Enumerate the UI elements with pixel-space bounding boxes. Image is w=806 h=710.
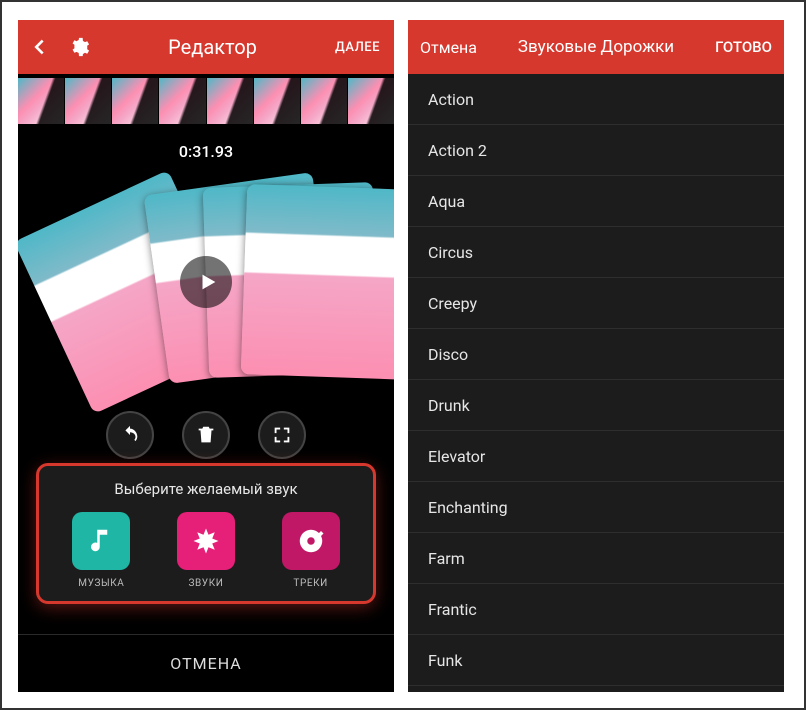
- track-item[interactable]: Action 2: [408, 125, 784, 176]
- track-item[interactable]: Funk: [408, 635, 784, 686]
- track-item[interactable]: Farm: [408, 533, 784, 584]
- track-item[interactable]: Elevator: [408, 431, 784, 482]
- sound-picker-panel: Выберите желаемый звук МУЗЫКА ЗВУКИ ТРЕК…: [36, 463, 376, 604]
- fullscreen-button[interactable]: [258, 411, 306, 459]
- next-button[interactable]: ДАЛЕЕ: [335, 40, 384, 55]
- editor-actions: [18, 397, 394, 459]
- tracks-cancel-button[interactable]: Отмена: [420, 38, 477, 57]
- filmstrip[interactable]: [18, 74, 394, 128]
- track-item[interactable]: Creepy: [408, 278, 784, 329]
- track-item[interactable]: Action: [408, 74, 784, 125]
- tracks-done-button[interactable]: ГОТОВО: [715, 38, 772, 56]
- timecode: 0:31.93: [18, 128, 394, 167]
- track-item[interactable]: Frantic: [408, 584, 784, 635]
- tracks-icon: [282, 512, 340, 570]
- sounds-option[interactable]: ЗВУКИ: [177, 512, 235, 589]
- track-item[interactable]: Circus: [408, 227, 784, 278]
- track-item[interactable]: Enchanting: [408, 482, 784, 533]
- track-item[interactable]: Drunk: [408, 380, 784, 431]
- tracks-screen: Отмена Звуковые Дорожки ГОТОВО ActionAct…: [408, 20, 784, 692]
- editor-header: Редактор ДАЛЕЕ: [18, 20, 394, 74]
- tracks-title: Звуковые Дорожки: [518, 37, 674, 57]
- sound-picker-title: Выберите желаемый звук: [49, 480, 363, 498]
- track-list[interactable]: ActionAction 2AquaCircusCreepyDiscoDrunk…: [408, 74, 784, 692]
- tracks-option[interactable]: ТРЕКИ: [282, 512, 340, 589]
- back-icon[interactable]: [28, 36, 50, 58]
- music-option[interactable]: МУЗЫКА: [72, 512, 130, 589]
- settings-icon[interactable]: [68, 36, 90, 58]
- editor-title: Редактор: [90, 35, 335, 59]
- play-button[interactable]: [180, 256, 232, 308]
- delete-button[interactable]: [182, 411, 230, 459]
- editor-screen: Редактор ДАЛЕЕ 0:31.93: [18, 20, 394, 692]
- music-icon: [72, 512, 130, 570]
- track-item[interactable]: Aqua: [408, 176, 784, 227]
- track-item[interactable]: Disco: [408, 329, 784, 380]
- video-preview[interactable]: [18, 167, 394, 397]
- undo-button[interactable]: [106, 411, 154, 459]
- sounds-icon: [177, 512, 235, 570]
- tracks-header: Отмена Звуковые Дорожки ГОТОВО: [408, 20, 784, 74]
- cancel-button[interactable]: ОТМЕНА: [18, 634, 394, 692]
